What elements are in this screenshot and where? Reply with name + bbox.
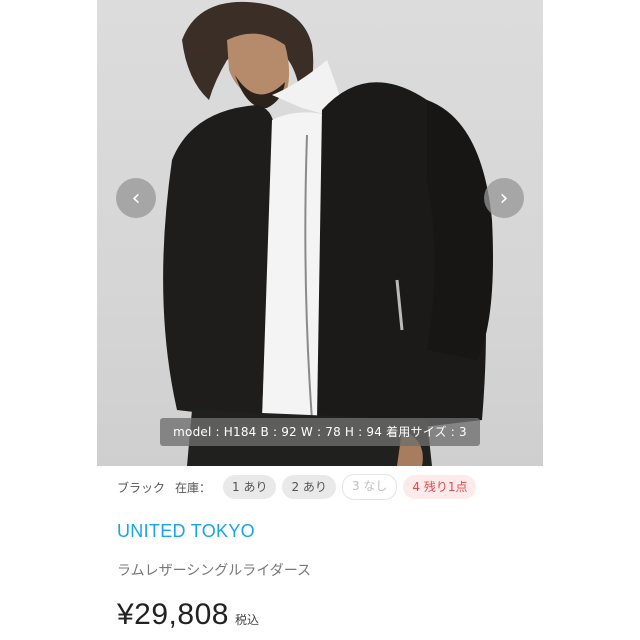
model-size-caption: model : H184 B : 92 W : 78 H : 94 着用サイズ … [160, 418, 480, 446]
price: ¥29,808 [117, 598, 229, 631]
chevron-right-icon: › [499, 185, 509, 211]
model-photo-illustration [163, 1, 493, 466]
price-block: ¥29,808 税込 [117, 598, 259, 632]
size-chip-2[interactable]: 2 あり [282, 475, 336, 499]
tax-label: 税込 [234, 613, 259, 627]
next-image-button[interactable]: › [484, 178, 524, 218]
stock-row: ブラック 在庫： 1 あり 2 あり 3 なし 4 残り1点 [97, 473, 543, 501]
brand-name[interactable]: UNITED TOKYO [117, 521, 255, 542]
size-chip-3: 3 なし [341, 474, 398, 500]
product-name: ラムレザーシングルライダース [117, 563, 312, 579]
product-card: ‹ › model : H184 B : 92 W : 78 H : 94 着用… [97, 0, 543, 640]
size-chip-4[interactable]: 4 残り1点 [403, 475, 477, 499]
product-photo[interactable]: ‹ › model : H184 B : 92 W : 78 H : 94 着用… [97, 0, 543, 466]
size-chip-1[interactable]: 1 あり [223, 475, 277, 499]
previous-image-button[interactable]: ‹ [116, 178, 156, 218]
color-label: ブラック [117, 480, 166, 495]
stock-label: 在庫： [175, 480, 212, 495]
chevron-left-icon: ‹ [131, 185, 141, 211]
